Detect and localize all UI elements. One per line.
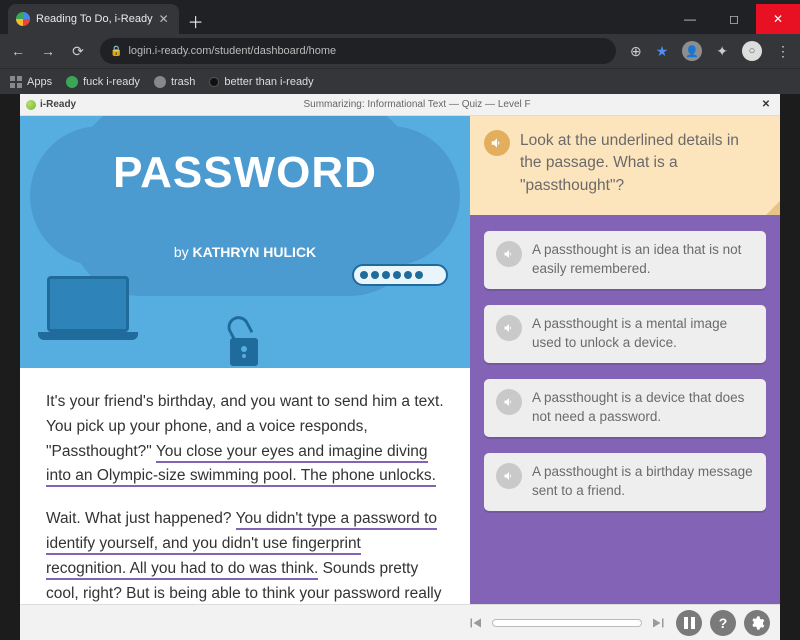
iready-brand: i-Ready [40,99,76,110]
password-field-illustration [352,264,448,286]
answer-choice-3[interactable]: A passthought is a birthday message sent… [484,453,766,511]
passage-paragraph-1: It's your friend's birthday, and you wan… [46,390,444,489]
bookmark-favicon [154,76,166,88]
speaker-icon [503,322,515,334]
page-viewport: i-Ready Summarizing: Informational Text … [0,94,800,640]
lesson-close-button[interactable]: ✕ [758,99,774,110]
bookmark-item-2[interactable]: better than i-ready [209,76,313,88]
gear-icon [749,615,765,631]
pause-icon [684,617,695,629]
bookmark-item-0[interactable]: fuck i-ready [66,76,140,88]
laptop-illustration [38,276,138,348]
play-audio-button[interactable] [496,389,522,415]
passage-paragraph-2: Wait. What just happened? You didn't typ… [46,507,444,604]
passage-byline: by KATHRYN HULICK [20,244,470,260]
answer-choice-2[interactable]: A passthought is a device that does not … [484,379,766,437]
window-maximize-button[interactable]: ◻ [712,4,756,34]
browser-tab[interactable]: Reading To Do, i-Ready ✕ [8,4,179,34]
passage-hero: PASSWORD by KATHRYN HULICK [20,116,470,368]
bookmarks-bar: Apps fuck i-ready trash better than i-re… [0,68,800,94]
bookmark-label: better than i-ready [224,76,313,88]
menu-icon[interactable]: ⋮ [776,43,790,60]
extensions-icon[interactable]: ✦ [716,43,728,60]
skip-forward-icon [650,614,668,632]
apps-label: Apps [27,76,52,88]
answer-choices: A passthought is an idea that is not eas… [470,215,780,526]
search-icon[interactable]: ⊕ [630,43,642,60]
window-close-button[interactable]: ✕ [756,4,800,34]
window-minimize-button[interactable]: ― [668,4,712,34]
play-audio-button[interactable] [496,315,522,341]
profile-avatar-icon[interactable]: 👤 [682,41,702,61]
page-next-button[interactable] [650,614,668,632]
play-audio-button[interactable] [496,241,522,267]
question-panel: Look at the underlined details in the pa… [470,116,780,604]
iready-frame: i-Ready Summarizing: Informational Text … [20,94,780,640]
nav-forward-icon[interactable]: → [40,43,56,59]
passage-panel: PASSWORD by KATHRYN HULICK [20,116,470,604]
page-prev-button[interactable] [466,614,484,632]
pause-button[interactable] [676,610,702,636]
tab-close-icon[interactable]: ✕ [159,12,169,26]
nav-back-icon[interactable]: ← [10,43,26,59]
new-tab-button[interactable]: ＋ [183,8,209,34]
skip-back-icon [466,614,484,632]
settings-button[interactable] [744,610,770,636]
apps-button[interactable]: Apps [10,76,52,88]
help-button[interactable]: ? [710,610,736,636]
iready-logo: i-Ready [26,99,76,110]
iready-header: i-Ready Summarizing: Informational Text … [20,94,780,116]
answer-text: A passthought is a mental image used to … [532,315,754,353]
play-audio-button[interactable] [496,463,522,489]
lesson-breadcrumb: Summarizing: Informational Text — Quiz —… [76,99,758,110]
question-prompt: Look at the underlined details in the pa… [470,116,780,215]
speaker-icon [490,136,504,150]
iready-body: PASSWORD by KATHRYN HULICK [20,116,780,604]
bookmark-label: trash [171,76,195,88]
account-avatar[interactable]: ○ [742,41,762,61]
address-bar[interactable]: 🔒 login.i-ready.com/student/dashboard/ho… [100,38,616,64]
bookmark-favicon [209,77,219,87]
lock-icon: 🔒 [110,46,122,57]
speaker-icon [503,248,515,260]
iready-logo-icon [26,100,36,110]
padlock-illustration [230,320,262,368]
bookmark-favicon [66,76,78,88]
star-icon[interactable]: ★ [656,43,669,60]
window-buttons: ― ◻ ✕ [668,4,800,34]
passage-text: It's your friend's birthday, and you wan… [20,368,470,604]
tab-favicon [16,12,30,26]
answer-text: A passthought is a birthday message sent… [532,463,754,501]
answer-text: A passthought is a device that does not … [532,389,754,427]
passage-title: PASSWORD [20,148,470,198]
speaker-icon [503,470,515,482]
url-text: login.i-ready.com/student/dashboard/home [128,45,336,57]
answer-text: A passthought is an idea that is not eas… [532,241,754,279]
apps-grid-icon [10,76,22,88]
lesson-footer: ? [20,604,780,640]
answer-choice-1[interactable]: A passthought is a mental image used to … [484,305,766,363]
tab-title: Reading To Do, i-Ready [36,13,153,25]
nav-reload-icon[interactable]: ⟳ [70,43,86,60]
bookmark-item-1[interactable]: trash [154,76,195,88]
bookmark-label: fuck i-ready [83,76,140,88]
answer-choice-0[interactable]: A passthought is an idea that is not eas… [484,231,766,289]
play-audio-button[interactable] [484,130,510,156]
help-icon: ? [719,615,728,631]
question-prompt-text: Look at the underlined details in the pa… [520,130,762,197]
page-slider[interactable] [492,619,642,627]
browser-toolbar: ← → ⟳ 🔒 login.i-ready.com/student/dashbo… [0,34,800,68]
byline-prefix: by [174,244,193,260]
passage-author: KATHRYN HULICK [193,244,317,260]
speaker-icon [503,396,515,408]
browser-titlebar: Reading To Do, i-Ready ✕ ＋ ― ◻ ✕ [0,0,800,34]
